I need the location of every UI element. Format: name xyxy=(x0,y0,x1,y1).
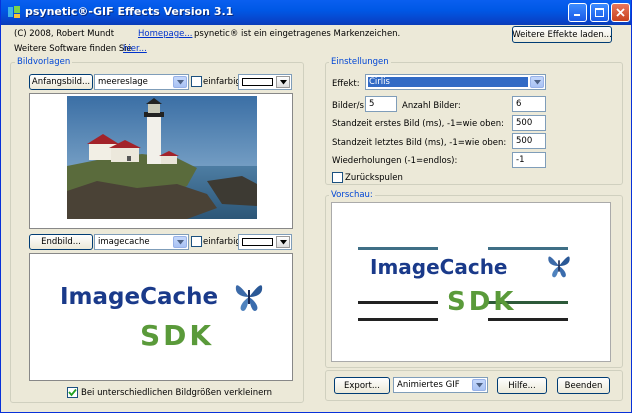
triangle-down-icon xyxy=(279,239,287,244)
preview-strips xyxy=(358,247,568,321)
preview-logo-sdk: SDK xyxy=(447,287,517,317)
close-button[interactable] xyxy=(611,3,630,22)
repeat-input[interactable]: -1 xyxy=(512,152,546,168)
image-count-label: Anzahl Bilder: xyxy=(402,101,461,111)
rewind-checkbox[interactable] xyxy=(332,172,343,183)
close-icon xyxy=(616,8,625,17)
export-button[interactable]: Export... xyxy=(334,377,390,394)
last-frame-duration-label: Standzeit letztes Bild (ms), -1=wie oben… xyxy=(332,138,507,148)
start-color-picker[interactable] xyxy=(238,74,292,90)
more-effects-button[interactable]: Weitere Effekte laden... xyxy=(512,26,612,43)
window-title: psynetic®-GIF Effects Version 3.1 xyxy=(25,5,234,18)
end-logo-sdk: SDK xyxy=(140,319,215,352)
end-combo-arrow[interactable] xyxy=(173,236,187,248)
settings-label: Einstellungen xyxy=(329,57,391,67)
end-color-dropdown[interactable] xyxy=(276,236,290,248)
fps-input[interactable]: 5 xyxy=(365,96,397,112)
end-color-swatch xyxy=(242,238,273,246)
end-image-panel: ImageCache SDK xyxy=(29,253,293,381)
minimize-icon xyxy=(574,14,580,16)
start-monochrome-checkbox[interactable] xyxy=(191,76,202,87)
effect-combo-arrow[interactable] xyxy=(530,76,544,88)
end-color-picker[interactable] xyxy=(238,234,292,250)
shrink-images-label: Bei unterschiedlichen Bildgrößen verklei… xyxy=(81,388,273,398)
trademark-text: psynetic® ist ein eingetragenes Markenze… xyxy=(194,29,401,39)
effect-combo-highlight xyxy=(368,77,528,87)
preview-label: Vorschau: xyxy=(329,190,375,200)
end-image-combo[interactable]: imagecache xyxy=(94,234,189,250)
image-count-input[interactable]: 6 xyxy=(512,96,546,112)
export-format-value: Animiertes GIF xyxy=(397,380,460,390)
chevron-down-icon xyxy=(176,239,184,244)
end-logo-text: ImageCache xyxy=(60,284,219,310)
end-image-combo-value: imagecache xyxy=(98,237,150,247)
fps-label: Bilder/s: xyxy=(332,101,367,111)
title-bar[interactable]: psynetic®-GIF Effects Version 3.1 xyxy=(1,0,631,25)
checkmark-icon xyxy=(68,388,77,397)
end-image-button[interactable]: Endbild... xyxy=(29,234,93,250)
first-frame-duration-input[interactable]: 500 xyxy=(512,115,546,131)
export-format-combo[interactable]: Animiertes GIF xyxy=(393,377,488,393)
effect-label: Effekt: xyxy=(332,79,360,89)
butterfly-icon xyxy=(235,285,263,311)
start-combo-arrow[interactable] xyxy=(173,76,187,88)
lighthouse-image xyxy=(67,96,257,219)
maximize-icon xyxy=(595,8,604,17)
source-images-label: Bildvorlagen xyxy=(15,57,73,67)
butterfly-icon xyxy=(548,256,570,278)
copyright-text: (C) 2008, Robert Mundt xyxy=(14,29,115,39)
start-image-combo[interactable]: meereslage xyxy=(94,74,189,90)
format-combo-arrow[interactable] xyxy=(472,379,486,391)
help-button[interactable]: Hilfe... xyxy=(497,377,547,394)
chevron-down-icon xyxy=(475,382,483,387)
start-image-button[interactable]: Anfangsbild... xyxy=(29,74,93,90)
repeat-label: Wiederholungen (-1=endlos): xyxy=(332,156,458,166)
start-color-dropdown[interactable] xyxy=(276,76,290,88)
effect-combo[interactable]: Cirlis xyxy=(365,74,546,90)
shrink-images-checkbox[interactable] xyxy=(67,387,78,398)
quit-button[interactable]: Beenden xyxy=(557,377,610,394)
app-icon xyxy=(8,6,20,18)
homepage-link[interactable]: Homepage... xyxy=(138,29,192,39)
start-monochrome-label: einfarbig xyxy=(203,77,241,87)
effect-combo-value: Cirlis xyxy=(369,77,390,87)
last-frame-duration-input[interactable]: 500 xyxy=(512,133,546,149)
start-color-swatch xyxy=(242,78,273,86)
preview-logo-text: ImageCache xyxy=(370,255,508,279)
main-window: psynetic®-GIF Effects Version 3.1 (C) 20… xyxy=(0,0,632,413)
maximize-button[interactable] xyxy=(590,3,609,22)
start-image-combo-value: meereslage xyxy=(98,77,148,87)
chevron-down-icon xyxy=(176,79,184,84)
minimize-button[interactable] xyxy=(568,3,587,22)
end-monochrome-checkbox[interactable] xyxy=(191,236,202,247)
rewind-label: Zurückspulen xyxy=(345,173,403,183)
more-software-text: Weitere Software finden Sie xyxy=(14,44,132,54)
chevron-down-icon xyxy=(533,79,541,84)
start-image-panel xyxy=(29,93,293,229)
triangle-down-icon xyxy=(279,79,287,84)
first-frame-duration-label: Standzeit erstes Bild (ms), -1=wie oben: xyxy=(332,119,504,129)
preview-panel: ImageCache SDK xyxy=(331,202,611,362)
here-link[interactable]: hier... xyxy=(123,44,147,54)
end-monochrome-label: einfarbig xyxy=(203,237,241,247)
